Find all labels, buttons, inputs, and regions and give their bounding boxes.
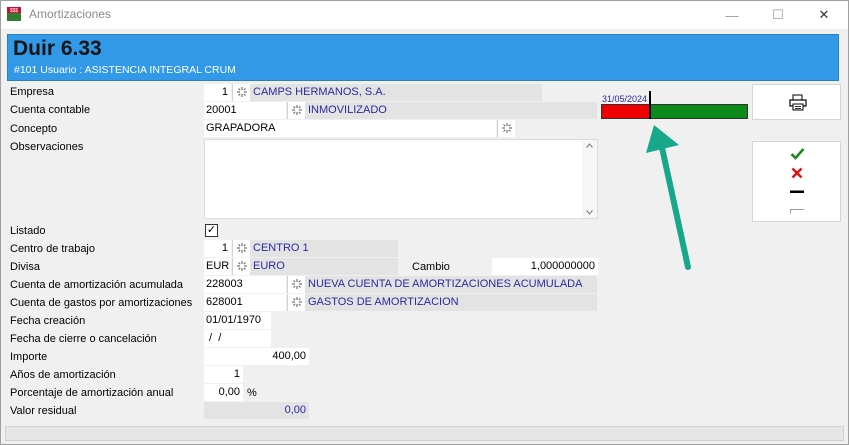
divisa-input[interactable]: EUR	[204, 258, 231, 275]
centro-trabajo-label: Centro de trabajo	[10, 243, 95, 255]
progress-remaining	[649, 105, 747, 118]
lookup-icon	[237, 87, 247, 97]
porcentaje-label: Porcentaje de amortización anual	[10, 387, 174, 399]
cambio-label: Cambio	[412, 261, 450, 273]
svg-text:$$$: $$$	[10, 8, 19, 14]
minimize-icon: —	[725, 7, 739, 23]
cuenta-contable-input[interactable]: 20001	[204, 102, 286, 119]
empresa-lookup-button[interactable]	[232, 84, 250, 101]
action-panel	[752, 141, 841, 222]
print-button[interactable]	[752, 84, 841, 120]
cuenta-gastos-input[interactable]: 628001	[204, 294, 286, 311]
cuenta-amort-acum-label: Cuenta de amortización acumulada	[10, 279, 184, 291]
fecha-creacion-label: Fecha creación	[10, 315, 86, 327]
gauge-date: 31/05/2024	[602, 94, 648, 104]
progress-elapsed	[602, 105, 650, 118]
accept-button[interactable]	[783, 145, 811, 163]
empresa-desc: CAMPS HERMANOS, S.A.	[250, 84, 542, 101]
concepto-lookup-button[interactable]	[497, 120, 515, 137]
cuenta-gastos-desc: GASTOS DE AMORTIZACION	[305, 294, 597, 311]
porcentaje-input[interactable]: 0,00	[204, 384, 243, 401]
listado-checkbox[interactable]: ✓	[205, 224, 218, 237]
centro-trabajo-desc: CENTRO 1	[250, 240, 398, 257]
app-header: Duir 6.33 #101 Usuario : ASISTENCIA INTE…	[7, 34, 839, 81]
delete-button[interactable]	[783, 183, 811, 201]
window-title: Amortizaciones	[29, 7, 112, 21]
close-button[interactable]: ✕	[801, 1, 847, 29]
anios-input[interactable]: 1	[204, 366, 243, 383]
amortizaciones-window: $$$ Amortizaciones — ☐ ✕ Duir 6.33 #101 …	[0, 0, 849, 445]
user-subtitle: #101 Usuario : ASISTENCIA INTEGRAL CRUM	[14, 64, 236, 76]
checkmark-icon	[790, 148, 805, 160]
centro-trabajo-input[interactable]: 1	[204, 240, 231, 257]
minimize-button[interactable]: —	[709, 1, 755, 29]
empresa-input[interactable]: 1	[204, 84, 231, 101]
lookup-icon	[237, 243, 247, 253]
valor-residual-label: Valor residual	[10, 405, 77, 417]
maximize-button[interactable]: ☐	[755, 1, 801, 29]
importe-label: Importe	[10, 351, 48, 363]
lookup-icon	[292, 105, 302, 115]
concepto-input[interactable]: GRAPADORA	[204, 120, 496, 137]
close-icon: ✕	[818, 7, 830, 22]
scroll-up-icon	[586, 143, 593, 148]
fecha-cierre-label: Fecha de cierre o cancelación	[10, 333, 157, 345]
cambio-input[interactable]: 1,000000000	[492, 258, 598, 275]
lookup-icon	[292, 279, 302, 289]
empresa-label: Empresa	[10, 86, 55, 98]
cuenta-amort-acum-input[interactable]: 228003	[204, 276, 286, 293]
minus-icon	[790, 190, 804, 193]
listado-label: Listado	[10, 225, 46, 237]
title-bar: $$$ Amortizaciones — ☐ ✕	[1, 1, 848, 29]
lookup-icon	[502, 123, 512, 133]
anios-label: Años de amortización	[10, 369, 116, 381]
lookup-icon	[292, 297, 302, 307]
concepto-label: Concepto	[10, 123, 58, 135]
x-icon	[791, 167, 803, 179]
maximize-icon: ☐	[772, 7, 784, 22]
cuenta-contable-label: Cuenta contable	[10, 104, 91, 116]
status-bar	[5, 426, 844, 441]
cuenta-gastos-label: Cuenta de gastos por amortizaciones	[10, 297, 193, 309]
cuenta-contable-desc: INMOVILIZADO	[305, 102, 597, 119]
scroll-down-icon	[586, 210, 593, 215]
annotation-arrow-icon	[646, 125, 691, 270]
printer-icon	[789, 94, 807, 111]
centro-trabajo-lookup-button[interactable]	[232, 240, 250, 257]
progress-marker	[648, 91, 651, 119]
last-record-button[interactable]	[783, 202, 811, 220]
cancel-button[interactable]	[783, 164, 811, 182]
app-version-title: Duir 6.33	[13, 37, 102, 60]
valor-residual-value: 0,00	[204, 402, 309, 419]
divisa-lookup-button[interactable]	[232, 258, 250, 275]
line-icon	[790, 209, 804, 213]
cuenta-amort-acum-lookup-button[interactable]	[287, 276, 305, 293]
cuenta-gastos-lookup-button[interactable]	[287, 294, 305, 311]
app-icon: $$$	[7, 7, 21, 21]
divisa-desc: EURO	[250, 258, 398, 275]
divisa-label: Divisa	[10, 261, 40, 273]
lookup-icon	[237, 261, 247, 271]
amortization-progress-bar	[601, 104, 748, 119]
fecha-cierre-input[interactable]: / /	[204, 330, 271, 347]
importe-input[interactable]: 400,00	[204, 348, 309, 365]
observaciones-label: Observaciones	[10, 141, 84, 153]
observaciones-textarea[interactable]	[204, 139, 598, 219]
observaciones-scrollbar[interactable]	[582, 140, 597, 218]
cuenta-contable-lookup-button[interactable]	[287, 102, 305, 119]
fecha-creacion-input[interactable]: 01/01/1970	[204, 312, 271, 329]
porcentaje-unit: %	[247, 387, 257, 399]
cuenta-amort-acum-desc: NUEVA CUENTA DE AMORTIZACIONES ACUMULADA	[305, 276, 597, 293]
